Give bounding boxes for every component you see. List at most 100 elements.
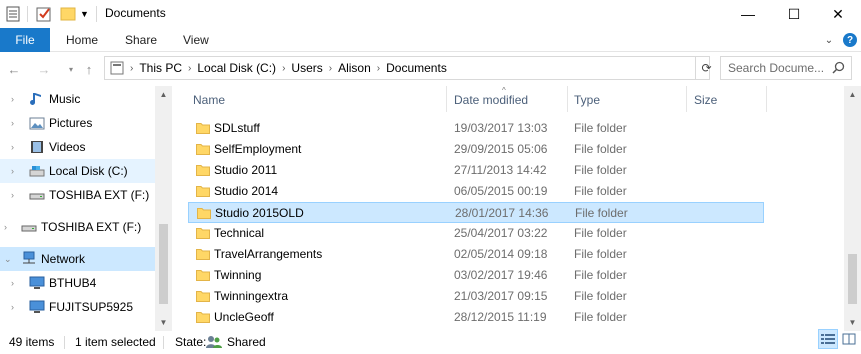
shared-users-icon — [206, 336, 222, 348]
title-divider — [96, 6, 97, 22]
scroll-up-arrow-icon[interactable]: ▲ — [844, 86, 861, 103]
chevron-right-icon[interactable]: › — [11, 190, 21, 200]
close-button[interactable]: ✕ — [815, 0, 861, 28]
crumb-this-pc[interactable]: This PC — [139, 61, 182, 75]
table-row[interactable]: UncleGeoff 28/12/2015 11:19 File folder — [188, 307, 764, 328]
folder-icon — [196, 312, 210, 323]
search-input[interactable]: Search Docume... — [720, 56, 852, 80]
table-row[interactable]: SelfEmployment 29/09/2015 05:06 File folde… — [188, 139, 764, 160]
crumb-documents[interactable]: Documents — [386, 61, 447, 75]
state-value: Shared — [227, 335, 266, 349]
nav-item-pictures[interactable]: › Pictures — [0, 111, 156, 135]
column-header-type[interactable]: Type — [574, 93, 600, 107]
chevron-right-icon[interactable]: › — [4, 222, 14, 232]
nav-item-music[interactable]: › Music — [0, 87, 156, 111]
usb-drive-icon — [29, 193, 45, 200]
status-bar: 49 items 1 item selected State: Shared — [0, 331, 861, 354]
maximize-button[interactable]: ☐ — [771, 0, 817, 28]
content-scroll-thumb[interactable] — [848, 254, 857, 304]
nav-label: BTHUB4 — [49, 276, 97, 290]
tab-view[interactable]: View — [183, 28, 209, 52]
folder-icon — [196, 270, 210, 281]
back-button[interactable]: ← — [6, 61, 22, 77]
app-icon[interactable] — [6, 4, 20, 24]
table-row[interactable]: Studio 2014 06/05/2015 00:19 File folder — [188, 181, 764, 202]
help-button[interactable]: ? — [843, 33, 857, 47]
nav-scrollbar[interactable]: ▲ ▼ — [155, 86, 172, 331]
nav-item-toshiba-sub[interactable]: › TOSHIBA EXT (F:) — [0, 183, 156, 207]
table-row[interactable]: Studio 2011 27/11/2013 14:42 File folder — [188, 160, 764, 181]
details-view-button[interactable] — [818, 329, 838, 349]
chevron-right-icon[interactable]: › — [11, 118, 21, 128]
folder-icon — [197, 208, 211, 219]
nav-scroll-thumb[interactable] — [159, 224, 168, 304]
nav-label: FUJITSUP5925 — [49, 300, 134, 314]
nav-item-local-disk[interactable]: › Local Disk (C:) — [0, 159, 156, 183]
videos-icon — [31, 141, 43, 153]
chevron-right-icon[interactable]: › — [11, 142, 21, 152]
up-button[interactable]: ↑ — [81, 61, 97, 77]
properties-quick-button[interactable] — [36, 4, 52, 24]
nav-item-network[interactable]: ⌄ Network — [0, 247, 156, 271]
nav-label: Pictures — [49, 116, 93, 130]
table-row[interactable]: SDLstuff 19/03/2017 13:03 File folder — [188, 118, 764, 139]
nav-item-fujitsu[interactable]: › FUJITSUP5925 — [0, 295, 156, 319]
column-divider[interactable] — [567, 86, 568, 112]
column-divider[interactable] — [446, 86, 447, 112]
crumb-users[interactable]: Users — [291, 61, 322, 75]
column-header-name[interactable]: Name — [193, 93, 225, 107]
status-divider — [64, 336, 65, 349]
column-header-size[interactable]: Size — [694, 93, 717, 107]
table-row[interactable]: Twinning 03/02/2017 19:46 File folder — [188, 265, 764, 286]
table-row[interactable]: Twinningextra 21/03/2017 09:15 File folder — [188, 286, 764, 307]
crumb-local-disk[interactable]: Local Disk (C:) — [197, 61, 276, 75]
customize-toolbar-button[interactable]: ▼ — [80, 4, 89, 24]
nav-item-toshiba[interactable]: › TOSHIBA EXT (F:) — [0, 215, 156, 239]
column-divider[interactable] — [686, 86, 687, 112]
chevron-right-icon[interactable]: › — [11, 94, 21, 104]
nav-item-bthub4[interactable]: › BTHUB4 — [0, 271, 156, 295]
forward-button[interactable]: → — [36, 61, 52, 77]
crumb-separator-icon: › — [328, 62, 333, 74]
large-icons-view-button[interactable] — [839, 329, 859, 349]
large-icons-view-icon — [842, 333, 856, 345]
forward-arrow-icon: → — [37, 61, 51, 77]
table-row[interactable]: Technical 25/04/2017 03:22 File folder — [188, 223, 764, 244]
file-name: Studio 2011 — [214, 163, 278, 177]
folder-icon — [196, 123, 210, 134]
chevron-down-icon: ▾ — [68, 64, 73, 74]
new-folder-quick-button[interactable] — [60, 4, 76, 24]
content-scrollbar[interactable]: ▲ ▼ — [844, 86, 861, 331]
folder-icon — [196, 165, 210, 176]
minimize-button[interactable]: — — [725, 0, 771, 28]
file-type: File folder — [575, 206, 628, 220]
file-type: File folder — [574, 268, 627, 282]
column-header-date[interactable]: Date modified — [454, 93, 528, 107]
title-bar: ▼ Documents — ☐ ✕ — [0, 0, 861, 28]
table-row[interactable]: TravelArrangements 02/05/2014 09:18 File f… — [188, 244, 764, 265]
up-arrow-icon: ↑ — [85, 61, 93, 77]
tab-file[interactable]: File — [0, 28, 50, 52]
tab-share[interactable]: Share — [125, 28, 157, 52]
table-row[interactable]: Studio 2015OLD 28/01/2017 14:36 File folde… — [188, 202, 764, 223]
nav-item-videos[interactable]: › Videos — [0, 135, 156, 159]
refresh-button[interactable]: ⟳ — [695, 56, 717, 80]
file-type: File folder — [574, 310, 627, 324]
scroll-down-arrow-icon[interactable]: ▼ — [155, 314, 172, 331]
state-label: State: — [175, 335, 207, 349]
search-icon — [832, 61, 845, 74]
tab-home[interactable]: Home — [66, 28, 98, 52]
chevron-right-icon[interactable]: › — [11, 166, 21, 176]
chevron-right-icon[interactable]: › — [11, 278, 21, 288]
scroll-up-arrow-icon[interactable]: ▲ — [155, 86, 172, 103]
chevron-right-icon[interactable]: › — [11, 302, 21, 312]
address-bar[interactable]: › This PC › Local Disk (C:) › Users › Al… — [104, 56, 710, 80]
file-type: File folder — [574, 289, 627, 303]
chevron-down-icon[interactable]: ⌄ — [4, 254, 14, 265]
expand-ribbon-button[interactable]: ⌄ — [822, 33, 836, 47]
crumb-alison[interactable]: Alison — [338, 61, 371, 75]
column-divider[interactable] — [766, 86, 767, 112]
file-type: File folder — [574, 247, 627, 261]
recent-locations-button[interactable]: ▾ — [63, 61, 79, 77]
file-date-modified: 27/11/2013 14:42 — [454, 163, 547, 177]
